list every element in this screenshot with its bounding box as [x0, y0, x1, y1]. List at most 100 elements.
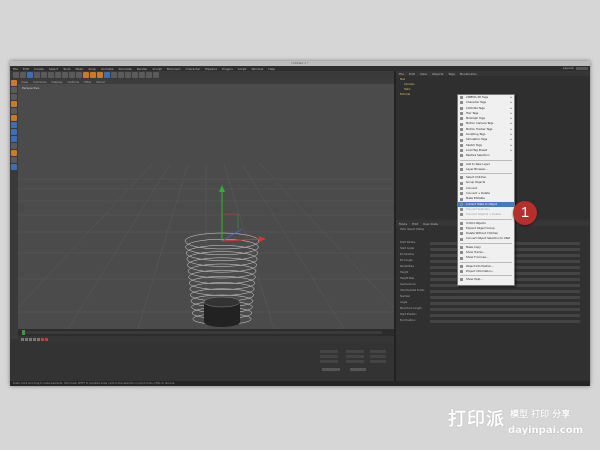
menu-help[interactable]: Help: [268, 67, 275, 71]
menu-pipeline[interactable]: Pipeline: [205, 67, 217, 71]
menu-simulate[interactable]: Simulate: [119, 67, 132, 71]
redo-icon[interactable]: [20, 72, 26, 78]
perspective-viewport[interactable]: Perspective: [18, 84, 394, 329]
polygons-mode-icon[interactable]: [11, 122, 17, 128]
coordinate-system-icon[interactable]: [76, 72, 82, 78]
menu-file[interactable]: File: [13, 67, 18, 71]
attr-row[interactable]: End Position: [400, 319, 586, 324]
attribute-menu-user-data[interactable]: User Data: [423, 222, 438, 226]
viewport-menu-display[interactable]: Display: [51, 80, 62, 84]
attribute-menu-edit[interactable]: Edit: [412, 222, 418, 226]
transform-axis-gizmo[interactable]: [219, 185, 266, 242]
next-frame-icon[interactable]: [33, 337, 36, 341]
go-to-start-icon[interactable]: [21, 337, 24, 341]
rotate-icon[interactable]: [48, 72, 54, 78]
object-menu-file[interactable]: File: [399, 72, 404, 76]
timeline-playhead[interactable]: [22, 330, 25, 335]
menu-render[interactable]: Render: [137, 67, 148, 71]
texture-mode-icon[interactable]: [11, 94, 17, 100]
menu-edit[interactable]: Edit: [23, 67, 29, 71]
menu-item-project-information[interactable]: Project Information...: [458, 269, 514, 274]
timeline-track[interactable]: [22, 331, 382, 334]
points-mode-icon[interactable]: [11, 108, 17, 114]
menu-sculpt[interactable]: Sculpt: [152, 67, 161, 71]
watermark-slogan: 模型 打印 分享: [510, 410, 571, 420]
make-editable-icon[interactable]: [11, 80, 17, 86]
object-menu-edit[interactable]: Edit: [409, 72, 415, 76]
attr-row[interactable]: Number: [400, 295, 586, 300]
attr-row[interactable]: Start Position: [400, 313, 586, 318]
menu-select[interactable]: Select: [49, 67, 58, 71]
tag-icon: [460, 101, 463, 105]
deformer-icon[interactable]: [132, 72, 138, 78]
previous-frame-icon[interactable]: [25, 337, 28, 341]
viewport-menu-panel[interactable]: Panel: [97, 80, 105, 84]
info-icon: [460, 264, 463, 268]
cube-icon[interactable]: [104, 72, 110, 78]
render-view-icon[interactable]: [83, 72, 89, 78]
menu-item-show-f-curves[interactable]: Show F-Curves...: [458, 255, 514, 260]
scale-icon[interactable]: [41, 72, 47, 78]
viewport-menu-cameras[interactable]: Cameras: [33, 80, 46, 84]
menu-create[interactable]: Create: [34, 67, 44, 71]
axis-mode-icon[interactable]: [11, 129, 17, 135]
snap-icon[interactable]: [11, 143, 17, 149]
menu-item-connect-objects-delete[interactable]: Connect Objects + Delete: [458, 212, 514, 217]
workplane-icon[interactable]: [11, 101, 17, 107]
object-row-null[interactable]: Null: [400, 78, 405, 82]
menu-animate[interactable]: Animate: [101, 67, 114, 71]
attr-row[interactable]: Angle: [400, 301, 586, 306]
menu-tools[interactable]: Tools: [63, 67, 70, 71]
object-row-cylinder[interactable]: Cylinder: [404, 83, 415, 87]
locked-workplane-icon[interactable]: [11, 157, 17, 163]
menu-script[interactable]: Script: [238, 67, 247, 71]
pen-icon[interactable]: [111, 72, 117, 78]
go-to-end-icon[interactable]: [37, 337, 40, 341]
render-settings-icon[interactable]: [97, 72, 103, 78]
object-menu-tags[interactable]: Tags: [448, 72, 455, 76]
z-axis-icon[interactable]: [69, 72, 75, 78]
edges-mode-icon[interactable]: [11, 115, 17, 121]
play-icon[interactable]: [29, 337, 32, 341]
undo-icon[interactable]: [13, 72, 19, 78]
menu-item-show-help[interactable]: Show Help...: [458, 277, 514, 282]
floor-icon[interactable]: [139, 72, 145, 78]
timeline[interactable]: [18, 329, 394, 336]
object-menu-bookmarks[interactable]: Bookmarks: [460, 72, 477, 76]
layout-dropdown[interactable]: [576, 67, 588, 70]
object-row-helix[interactable]: Helix: [404, 88, 411, 92]
attr-row[interactable]: Intermediate Points: [400, 289, 586, 294]
menu-plugins[interactable]: Plugins: [222, 67, 233, 71]
viewport-menu-view[interactable]: View: [21, 80, 28, 84]
subdivision-icon[interactable]: [118, 72, 124, 78]
menu-snap[interactable]: Snap: [88, 67, 96, 71]
menu-item-convert-to-xref[interactable]: Convert Object Selection to XRef: [458, 236, 514, 241]
render-picture-viewer-icon[interactable]: [90, 72, 96, 78]
tweak-mode-icon[interactable]: [11, 136, 17, 142]
x-axis-icon[interactable]: [55, 72, 61, 78]
object-menu-objects[interactable]: Objects: [432, 72, 443, 76]
autokey-icon[interactable]: [45, 337, 48, 341]
camera-icon[interactable]: [146, 72, 152, 78]
menu-mesh[interactable]: Mesh: [75, 67, 83, 71]
live-selection-icon[interactable]: [27, 72, 33, 78]
menu-item-restore-selection[interactable]: Restore Selection: [458, 153, 514, 158]
attribute-menu-mode[interactable]: Mode: [399, 222, 407, 226]
record-icon[interactable]: [41, 337, 44, 341]
menu-character[interactable]: Character: [185, 67, 200, 71]
model-mode-icon[interactable]: [11, 87, 17, 93]
menu-mograph[interactable]: MoGraph: [167, 67, 181, 71]
y-axis-icon[interactable]: [62, 72, 68, 78]
viewport-menu-filter[interactable]: Filter: [84, 80, 91, 84]
attr-row[interactable]: Maximum Length: [400, 307, 586, 312]
viewport-menu-options[interactable]: Options: [68, 80, 80, 84]
sculpt-icon[interactable]: [11, 150, 17, 156]
light-icon[interactable]: [153, 72, 159, 78]
object-menu-view[interactable]: View: [420, 72, 427, 76]
planar-workplane-icon[interactable]: [11, 164, 17, 170]
menu-item-layer-browser[interactable]: Layer Browser...: [458, 167, 514, 172]
array-icon[interactable]: [125, 72, 131, 78]
object-row-extrude[interactable]: Extrude: [400, 93, 410, 97]
menu-window[interactable]: Window: [252, 67, 264, 71]
move-icon[interactable]: [34, 72, 40, 78]
